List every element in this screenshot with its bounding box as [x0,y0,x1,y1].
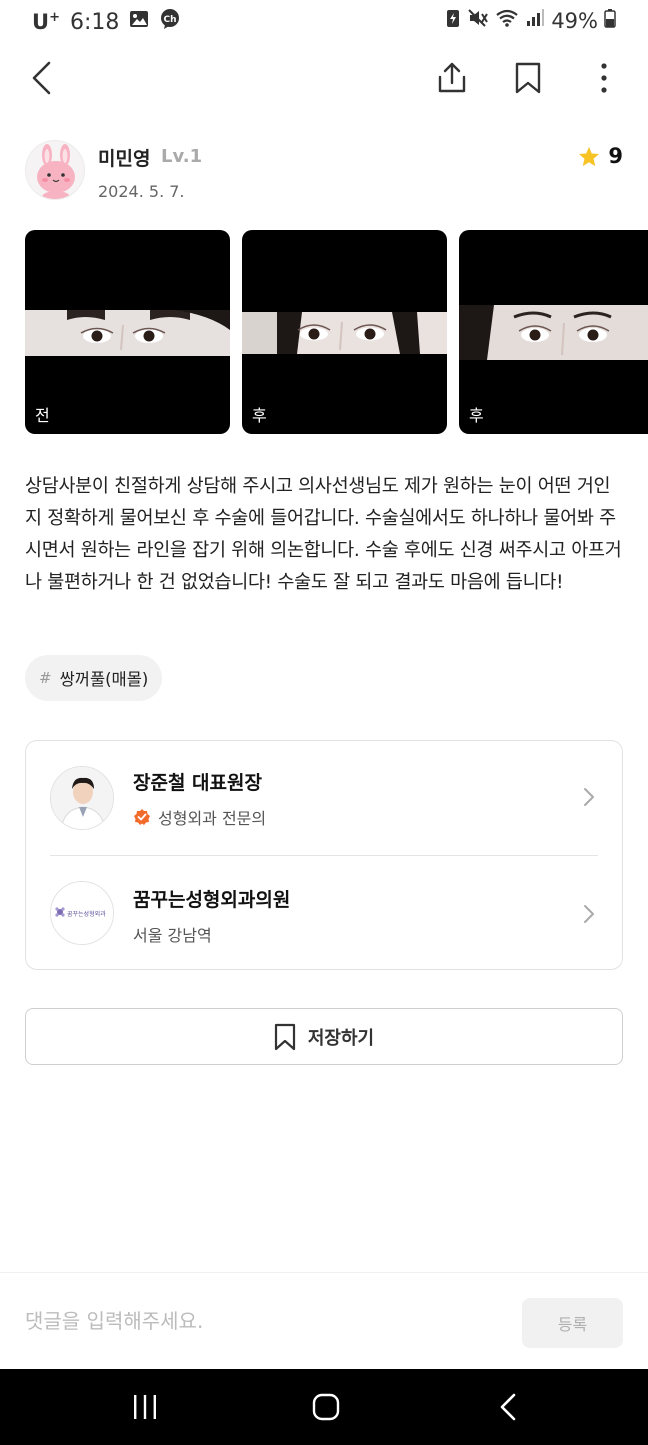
author-level: Lv.1 [161,146,203,167]
eyes-image [25,310,230,356]
bookmark-icon [515,62,541,94]
photo-label: 전 [35,406,50,425]
eyes-image [242,312,447,354]
photo-after-2[interactable]: 후 [459,230,648,434]
chevron-left-icon [32,61,51,95]
back-button[interactable] [20,56,64,100]
star-icon [579,146,600,166]
system-nav-bar [0,1369,648,1445]
battery-saver-icon [445,8,461,33]
doctor-specialty: 성형외과 전문의 [133,805,266,829]
svg-text:Ch: Ch [164,15,177,25]
photo-carousel[interactable]: 전 후 후 [25,230,648,435]
doctor-avatar-icon [51,767,113,829]
procedure-tag[interactable]: # 쌍꺼풀(매몰) [25,655,163,701]
status-right: 49% [445,8,616,33]
recent-apps-icon [134,1395,156,1419]
review-date: 2024. 5. 7. [98,182,185,201]
verified-badge-icon [134,809,150,825]
share-button[interactable] [430,56,474,100]
chat-channel-icon: Ch [159,8,181,36]
doctor-row[interactable]: 장준철 대표원장 성형외과 전문의 [26,741,622,855]
signal-icon [525,8,545,33]
photo-after-1[interactable]: 후 [242,230,447,434]
battery-level: 49% [551,8,598,33]
carrier-label: U+ [32,10,60,34]
clinic-name: 꿈꾸는성형외과의원 [133,889,291,911]
chevron-right-icon [584,905,594,923]
doctor-name: 장준철 대표원장 [133,772,262,794]
more-vertical-icon [601,63,607,93]
photo-before[interactable]: 전 [25,230,230,434]
eyes-image [459,305,648,360]
battery-icon [604,8,616,33]
share-icon [438,62,466,93]
author-name: 미민영 [98,148,151,170]
clinic-row[interactable]: 꿈꾸는성형외과 꿈꾸는성형외과의원 서울 강남역 [26,856,622,970]
wifi-icon [495,8,519,33]
save-button[interactable]: 저장하기 [25,1008,623,1065]
doctor-photo [50,766,114,830]
bookmark-icon [274,1023,295,1050]
chevron-right-icon [584,788,594,806]
clinic-logo: 꿈꾸는성형외과 [50,881,114,945]
rating: 9 [578,144,623,168]
specialty-label: 성형외과 전문의 [158,809,267,828]
photo-label: 후 [252,406,267,425]
recent-apps-button[interactable] [115,1387,175,1427]
system-back-button[interactable] [478,1387,538,1427]
bunny-avatar-icon [37,144,75,199]
gallery-icon [129,9,149,35]
home-icon [312,1393,340,1421]
clinic-location: 서울 강남역 [133,926,212,945]
doctor-clinic-card: 장준철 대표원장 성형외과 전문의 꿈꾸는성형외과 꿈꾸는성형외과의원 서울 강… [25,740,623,970]
top-toolbar [0,46,648,110]
submit-comment-button[interactable]: 등록 [522,1298,623,1348]
avatar[interactable] [25,140,85,200]
clock: 6:18 [69,9,120,35]
mute-icon [467,8,489,33]
home-button[interactable] [296,1387,356,1427]
clinic-logo-text: 꿈꾸는성형외과 [67,911,106,918]
photo-label: 후 [469,406,484,425]
more-button[interactable] [582,56,626,100]
review-author: 미민영 Lv.1 2024. 5. 7. 9 [25,140,625,204]
review-body: 상담사분이 친절하게 상담해 주시고 의사선생님도 제가 원하는 눈이 어떤 거… [25,476,622,593]
rating-value: 9 [608,144,623,168]
comment-bar: 등록 [0,1272,648,1369]
tag-label: 쌍꺼풀(매몰) [59,670,149,689]
comment-input[interactable] [25,1299,495,1343]
back-icon [500,1393,516,1421]
hash-icon: # [39,669,52,687]
status-bar: U+ 6:18 Ch 49% [0,0,648,46]
bookmark-button[interactable] [506,56,550,100]
save-label: 저장하기 [307,1027,375,1049]
status-left: U+ 6:18 Ch [32,8,181,36]
